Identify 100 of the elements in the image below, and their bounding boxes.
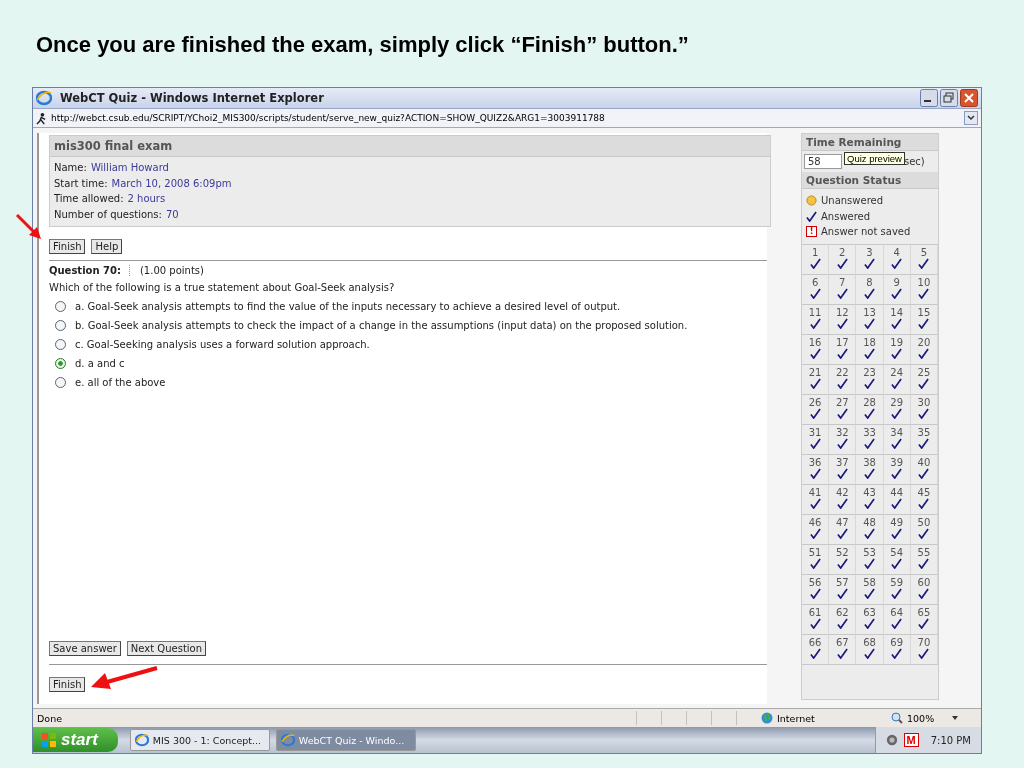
taskbar-button[interactable]: WebCT Quiz - Windo... — [275, 729, 416, 751]
pointer-arrow — [89, 665, 159, 691]
question-link[interactable]: 62 — [829, 604, 857, 635]
question-link[interactable]: 26 — [802, 394, 830, 425]
question-link[interactable]: 3 — [856, 244, 884, 275]
time-field: 58 — [804, 154, 842, 169]
radio-button[interactable] — [55, 320, 66, 331]
question-link[interactable]: 18 — [856, 334, 884, 365]
slide-heading: Once you are finished the exam, simply click “Finish” button.” — [35, 31, 690, 59]
radio-button[interactable] — [55, 377, 66, 388]
dropdown-icon[interactable] — [964, 111, 978, 125]
question-link[interactable]: 6 — [802, 274, 830, 305]
question-link[interactable]: 68 — [856, 634, 884, 665]
question-link[interactable]: 43 — [856, 484, 884, 515]
browser-icon — [280, 733, 295, 747]
question-link[interactable]: 59 — [883, 574, 911, 605]
radio-button[interactable] — [55, 358, 66, 369]
section-heading: Question Status — [802, 172, 938, 189]
question-link[interactable]: 34 — [883, 424, 911, 455]
question-link[interactable]: 28 — [856, 394, 884, 425]
question-link[interactable]: 45 — [910, 484, 938, 515]
question-link[interactable]: 10 — [910, 274, 938, 305]
question-link[interactable]: 64 — [883, 604, 911, 635]
question-link[interactable]: 48 — [856, 514, 884, 545]
question-link[interactable]: 44 — [883, 484, 911, 515]
question-link[interactable]: 70 — [910, 634, 938, 665]
question-link[interactable]: 60 — [910, 574, 938, 605]
question-link[interactable]: 36 — [802, 454, 830, 485]
question-link[interactable]: 69 — [883, 634, 911, 665]
question-link[interactable]: 17 — [829, 334, 857, 365]
question-link[interactable]: 8 — [856, 274, 884, 305]
taskbar-button[interactable]: MIS 300 - 1: Concept... — [129, 729, 270, 751]
question-link[interactable]: 13 — [856, 304, 884, 335]
question-link[interactable]: 65 — [910, 604, 938, 635]
question-link[interactable]: 29 — [883, 394, 911, 425]
question-link[interactable]: 30 — [910, 394, 938, 425]
zoom-icon[interactable] — [891, 712, 903, 724]
question-link[interactable]: 22 — [829, 364, 857, 395]
question-link[interactable]: 14 — [883, 304, 911, 335]
question-link[interactable]: 4 — [883, 244, 911, 275]
question-link[interactable]: 33 — [856, 424, 884, 455]
question-link[interactable]: 15 — [910, 304, 938, 335]
question-link[interactable]: 37 — [829, 454, 857, 485]
radio-button[interactable] — [55, 339, 66, 350]
check-icon — [806, 210, 817, 222]
question-link[interactable]: 51 — [802, 544, 830, 575]
form-button[interactable]: Save answer — [49, 641, 121, 656]
question-link[interactable]: 52 — [829, 544, 857, 575]
zoom-level[interactable]: 100% — [907, 712, 939, 724]
question-link[interactable]: 67 — [829, 634, 857, 665]
question-link[interactable]: 55 — [910, 544, 938, 575]
question-link[interactable]: 19 — [883, 334, 911, 365]
option-text: d. a and c — [75, 358, 125, 369]
question-link[interactable]: 39 — [883, 454, 911, 485]
question-link[interactable]: 2 — [829, 244, 857, 275]
question-link[interactable]: 32 — [829, 424, 857, 455]
exam-title: mis300 final exam — [50, 136, 770, 157]
question-link[interactable]: 49 — [883, 514, 911, 545]
question-link[interactable]: 1 — [802, 244, 830, 275]
question-link[interactable]: 7 — [829, 274, 857, 305]
question-link[interactable]: 24 — [883, 364, 911, 395]
form-button[interactable]: Help — [91, 239, 123, 254]
question-link[interactable]: 9 — [883, 274, 911, 305]
question-link[interactable]: 47 — [829, 514, 857, 545]
question-link[interactable]: 11 — [802, 304, 830, 335]
question-link[interactable]: 56 — [802, 574, 830, 605]
question-link[interactable]: 35 — [910, 424, 938, 455]
question-link[interactable]: 54 — [883, 544, 911, 575]
option-text: e. all of the above — [75, 377, 166, 388]
antivirus-icon[interactable]: M — [903, 733, 919, 747]
question-link[interactable]: 40 — [910, 454, 938, 485]
form-button[interactable]: Next Question — [126, 641, 207, 656]
question-link[interactable]: 42 — [829, 484, 857, 515]
question-link[interactable]: 5 — [910, 244, 938, 275]
question-link[interactable]: 12 — [829, 304, 857, 335]
radio-button[interactable] — [55, 301, 66, 312]
restore-icon[interactable] — [940, 89, 958, 107]
question-link[interactable]: 46 — [802, 514, 830, 545]
question-link[interactable]: 63 — [856, 604, 884, 635]
close-icon[interactable] — [960, 89, 978, 107]
question-link[interactable]: 31 — [802, 424, 830, 455]
question-link[interactable]: 23 — [856, 364, 884, 395]
tooltip: Quiz preview — [844, 152, 905, 165]
question-link[interactable]: 41 — [802, 484, 830, 515]
question-link[interactable]: 57 — [829, 574, 857, 605]
caret-icon[interactable] — [951, 715, 959, 721]
question-link[interactable]: 21 — [802, 364, 830, 395]
question-link[interactable]: 61 — [802, 604, 830, 635]
question-link[interactable]: 20 — [910, 334, 938, 365]
minimize-icon[interactable] — [920, 89, 938, 107]
question-link[interactable]: 16 — [802, 334, 830, 365]
form-button[interactable]: Finish — [49, 239, 86, 254]
question-link[interactable]: 25 — [910, 364, 938, 395]
question-link[interactable]: 38 — [856, 454, 884, 485]
question-link[interactable]: 27 — [829, 394, 857, 425]
finish-button[interactable]: Finish — [49, 677, 86, 692]
question-link[interactable]: 66 — [802, 634, 830, 665]
question-link[interactable]: 50 — [910, 514, 938, 545]
question-link[interactable]: 58 — [856, 574, 884, 605]
question-link[interactable]: 53 — [856, 544, 884, 575]
